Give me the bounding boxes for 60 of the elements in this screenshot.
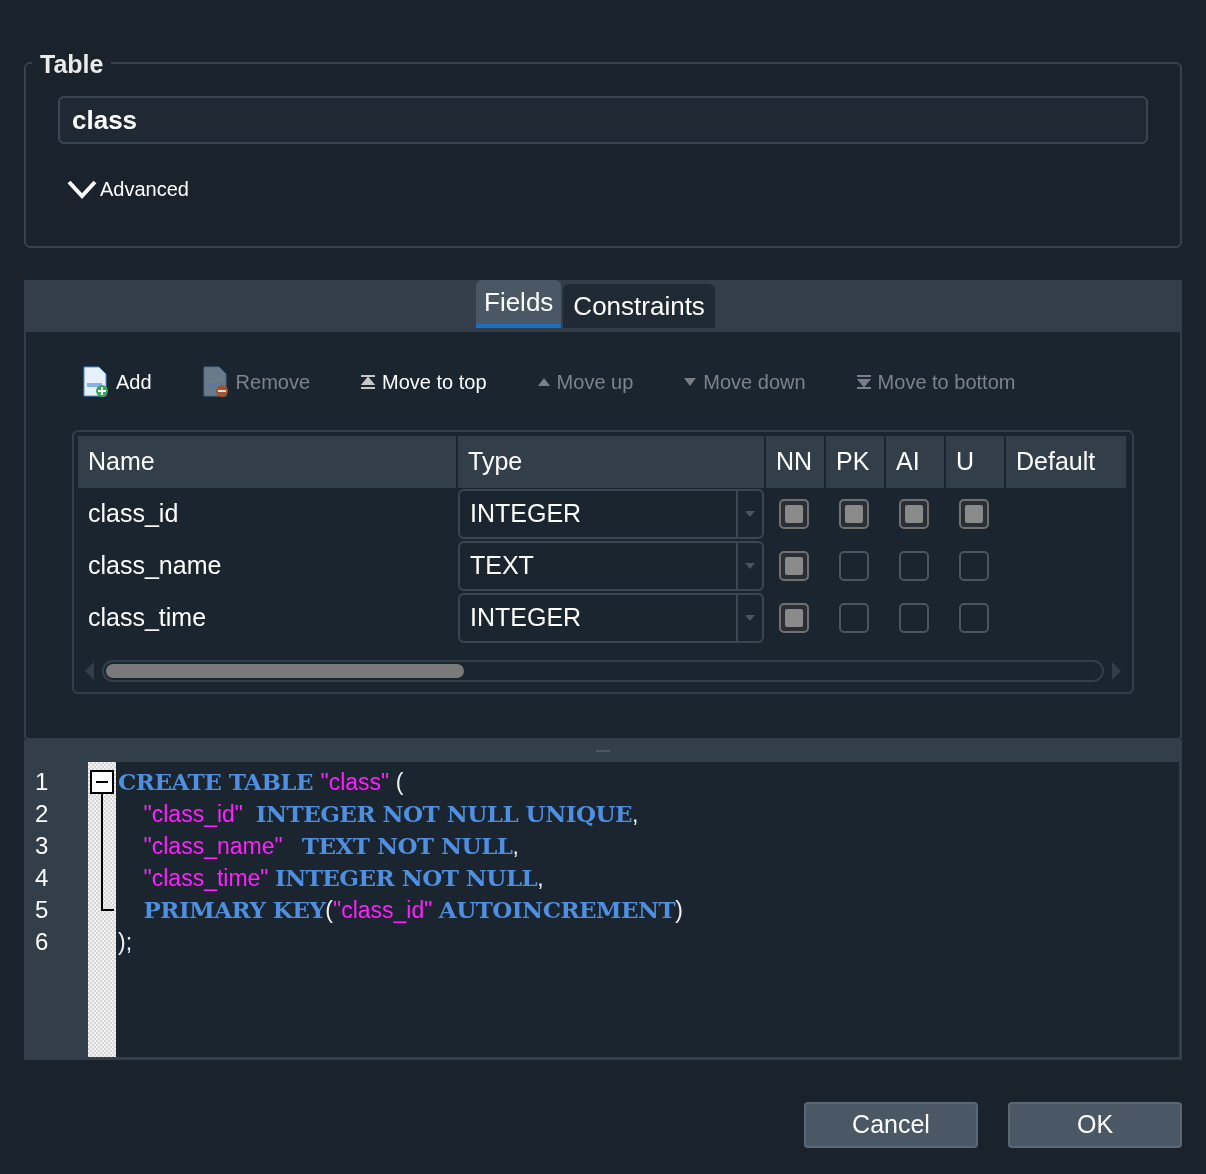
checkbox[interactable]	[839, 551, 869, 581]
move-top-icon	[360, 375, 377, 389]
advanced-toggle[interactable]: Advanced	[66, 174, 189, 204]
code-line: "class_name" TEXT NOT NULL,	[142, 831, 519, 861]
triangle-down-icon	[683, 377, 698, 387]
line-number: 1	[34, 767, 50, 797]
scroll-right-icon[interactable]	[1110, 661, 1122, 681]
scroll-left-icon[interactable]	[84, 661, 96, 681]
type-dropdown[interactable]: INTEGER	[458, 593, 764, 643]
column-header[interactable]: PK	[826, 436, 884, 488]
checkbox[interactable]	[779, 499, 809, 529]
checkbox[interactable]	[899, 603, 929, 633]
checkbox[interactable]	[959, 603, 989, 633]
code-line: );	[118, 928, 133, 957]
fold-marker-icon[interactable]	[90, 770, 116, 912]
toolbar-button[interactable]: Add	[82, 366, 152, 398]
type-dropdown[interactable]: INTEGER	[458, 489, 764, 539]
dialog-button[interactable]: OK	[1008, 1102, 1182, 1148]
move-bottom-icon	[855, 375, 872, 389]
line-number: 4	[34, 863, 50, 893]
checkbox[interactable]	[959, 499, 989, 529]
checkbox[interactable]	[959, 551, 989, 581]
code-line: "class_id" INTEGER NOT NULL UNIQUE,	[142, 799, 639, 829]
column-header[interactable]: Type	[458, 436, 764, 488]
checkbox[interactable]	[839, 499, 869, 529]
line-number: 6	[34, 927, 50, 957]
type-dropdown[interactable]: TEXT	[458, 541, 764, 591]
column-header[interactable]: Default	[1006, 436, 1126, 488]
code-line: "class_time" INTEGER NOT NULL,	[142, 863, 544, 893]
table-cell-text: class_id	[87, 498, 180, 530]
document-minus-icon	[201, 366, 230, 398]
triangle-up-icon	[536, 377, 551, 387]
toolbar-button[interactable]: Move to top	[360, 367, 487, 397]
column-header[interactable]: AI	[886, 436, 944, 488]
line-number: 2	[34, 799, 50, 829]
checkbox[interactable]	[899, 499, 929, 529]
table-cell-text: class_time	[87, 602, 208, 634]
tab[interactable]: Constraints	[563, 284, 715, 328]
column-header[interactable]: Name	[78, 436, 456, 488]
splitter-handle[interactable]	[24, 740, 1182, 762]
dialog-button[interactable]: Cancel	[804, 1102, 978, 1148]
checkbox[interactable]	[779, 551, 809, 581]
document-plus-icon	[82, 366, 110, 398]
column-header[interactable]: U	[946, 436, 1004, 488]
table-name-field[interactable]: class	[58, 96, 1148, 144]
line-number: 3	[34, 831, 50, 861]
table-cell-text: class_name	[87, 550, 223, 582]
caret-icon	[745, 615, 755, 621]
line-number: 5	[34, 895, 50, 925]
checkbox[interactable]	[779, 603, 809, 633]
checkbox[interactable]	[899, 551, 929, 581]
column-header[interactable]: NN	[766, 436, 824, 488]
caret-icon	[745, 563, 755, 569]
caret-icon	[745, 511, 755, 517]
checkbox[interactable]	[839, 603, 869, 633]
horizontal-scrollbar[interactable]	[102, 660, 1104, 682]
chevron-down-icon	[66, 178, 98, 200]
code-line: CREATE TABLE "class" (	[118, 767, 404, 797]
code-line: PRIMARY KEY("class_id" AUTOINCREMENT)	[142, 895, 683, 925]
tab[interactable]: Fields	[476, 280, 562, 328]
